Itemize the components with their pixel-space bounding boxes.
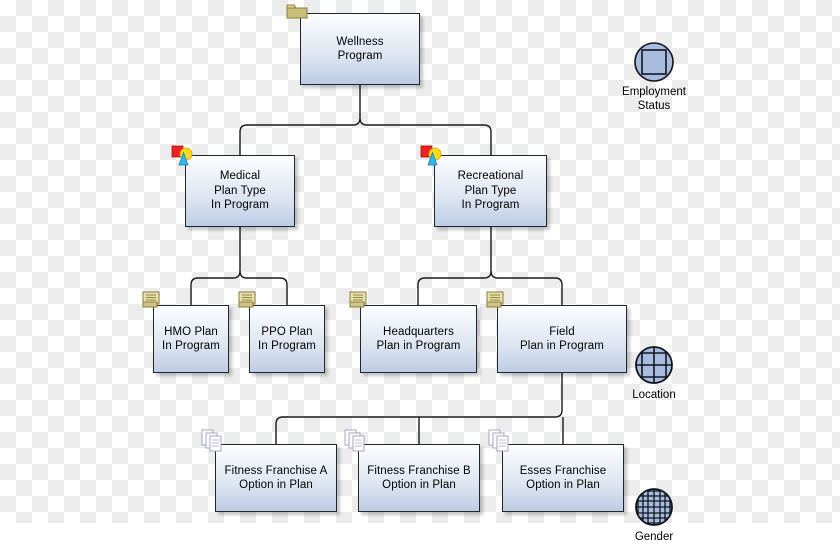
circle-square-icon <box>633 27 675 82</box>
scroll-icon <box>236 288 258 310</box>
legend-location-label: Location <box>632 389 676 401</box>
legend-employment-status-label: Employment Status <box>622 86 686 112</box>
node-recreational-plan-type[interactable]: Recreational Plan Type In Program <box>434 155 547 227</box>
node-fitness-franchise-a[interactable]: Fitness Franchise A Option in Plan <box>215 444 337 512</box>
node-medical-plan-type-label: Medical Plan Type In Program <box>211 170 269 212</box>
node-hmo-plan[interactable]: HMO Plan In Program <box>153 305 229 373</box>
legend-employment-status[interactable]: Employment Status <box>617 13 691 127</box>
globe-fine-grid-icon <box>633 472 675 526</box>
node-hmo-plan-label: HMO Plan In Program <box>162 325 220 353</box>
node-headquarters-plan-label: Headquarters Plan in Program <box>376 325 461 353</box>
node-esses-franchise[interactable]: Esses Franchise Option in Plan <box>502 444 624 512</box>
legend-location[interactable]: Location <box>617 316 691 416</box>
node-fitness-franchise-b-label: Fitness Franchise B Option in Plan <box>367 464 471 492</box>
diagram-canvas: Wellness Program Medical Plan Type In Pr… <box>0 0 840 543</box>
shapes-icon <box>420 144 442 166</box>
node-fitness-franchise-a-label: Fitness Franchise A Option in Plan <box>224 464 328 492</box>
scroll-icon <box>484 288 506 310</box>
legend-gender[interactable]: Gender <box>617 458 691 558</box>
stacked-pages-icon <box>343 428 365 452</box>
edge-medical-hmo <box>190 227 241 305</box>
scroll-icon <box>347 288 369 310</box>
node-recreational-plan-type-label: Recreational Plan Type In Program <box>457 170 524 212</box>
node-fitness-franchise-b[interactable]: Fitness Franchise B Option in Plan <box>358 444 480 512</box>
edge-root-children <box>239 85 361 155</box>
node-ppo-plan-label: PPO Plan In Program <box>258 325 316 353</box>
stacked-pages-icon <box>200 428 222 452</box>
node-field-plan[interactable]: Field Plan in Program <box>497 305 627 373</box>
node-medical-plan-type[interactable]: Medical Plan Type In Program <box>185 155 295 227</box>
edge-recreational-headquarters <box>417 227 492 305</box>
legend-gender-label: Gender <box>634 531 674 543</box>
shapes-icon <box>171 144 193 166</box>
node-ppo-plan[interactable]: PPO Plan In Program <box>249 305 325 373</box>
node-wellness-program[interactable]: Wellness Program <box>300 13 420 85</box>
folder-icon <box>286 2 308 24</box>
node-wellness-program-label: Wellness Program <box>336 35 384 63</box>
scroll-icon <box>140 288 162 310</box>
node-headquarters-plan[interactable]: Headquarters Plan in Program <box>360 305 477 373</box>
globe-coarse-grid-icon <box>633 330 675 384</box>
node-field-plan-label: Field Plan in Program <box>520 325 604 353</box>
edge-field-franchise-a <box>275 373 563 444</box>
stacked-pages-icon <box>487 428 509 452</box>
node-esses-franchise-label: Esses Franchise Option in Plan <box>519 464 607 492</box>
